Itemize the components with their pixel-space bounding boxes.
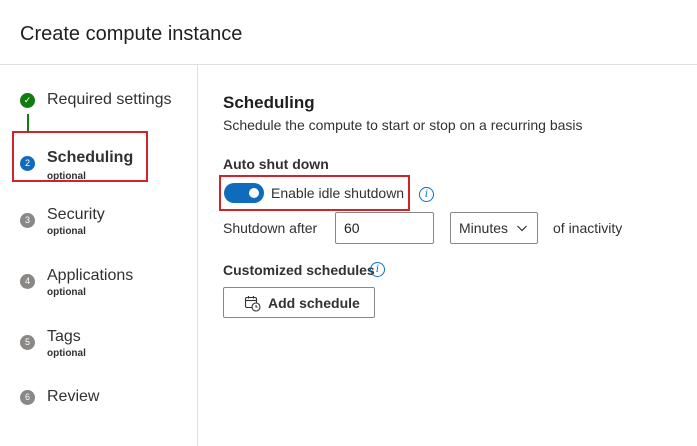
step-number-badge: 3 xyxy=(20,213,35,228)
step-connector xyxy=(27,114,29,131)
scheduling-panel: Scheduling Schedule the compute to start… xyxy=(199,65,697,446)
shutdown-after-label: Shutdown after xyxy=(223,220,318,236)
page-title: Create compute instance xyxy=(20,23,243,45)
step-label: Required settings xyxy=(47,91,172,108)
step-label: Applications xyxy=(47,267,134,284)
page-header: Create compute instance xyxy=(0,0,697,65)
info-icon[interactable]: i xyxy=(419,187,434,202)
step-label: Tags xyxy=(47,328,81,345)
add-schedule-label: Add schedule xyxy=(268,295,360,311)
add-schedule-button[interactable]: Add schedule xyxy=(223,287,375,318)
wizard-steps-sidebar: ✓ Required settings 2 Scheduling optiona… xyxy=(0,65,198,446)
step-label: Review xyxy=(47,388,100,405)
inactivity-suffix: of inactivity xyxy=(553,220,623,236)
step-optional-label: optional xyxy=(47,348,86,359)
checkmark-icon: ✓ xyxy=(20,93,35,108)
chevron-down-icon xyxy=(517,225,527,232)
shutdown-duration-input[interactable] xyxy=(335,212,434,244)
step-optional-label: optional xyxy=(47,287,86,298)
step-optional-label: optional xyxy=(47,226,86,237)
auto-shutdown-heading: Auto shut down xyxy=(223,156,329,172)
select-value: Minutes xyxy=(459,220,509,236)
section-title: Scheduling xyxy=(223,93,315,112)
section-description: Schedule the compute to start or stop on… xyxy=(223,117,583,133)
step-number-badge: 4 xyxy=(20,274,35,289)
time-unit-select[interactable]: Minutes xyxy=(450,212,538,244)
calendar-clock-icon xyxy=(244,296,261,312)
highlight-box xyxy=(219,175,410,211)
customized-schedules-heading: Customized schedules xyxy=(223,262,375,278)
step-label: Security xyxy=(47,206,105,223)
highlight-box xyxy=(12,131,148,182)
info-icon[interactable]: i xyxy=(370,262,385,277)
step-number-badge: 6 xyxy=(20,390,35,405)
step-number-badge: 5 xyxy=(20,335,35,350)
